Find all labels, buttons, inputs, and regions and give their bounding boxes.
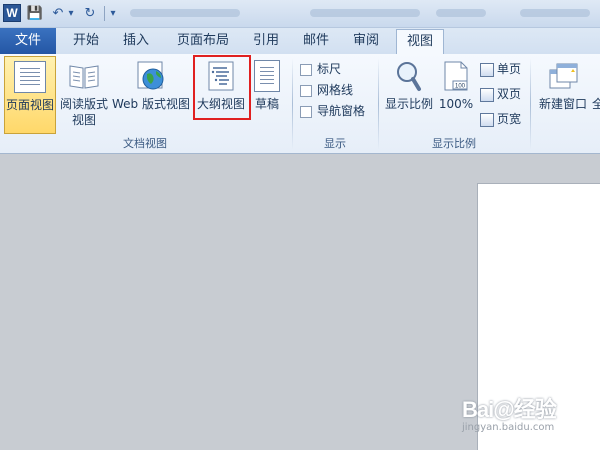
- tab-file[interactable]: 文件: [0, 28, 56, 54]
- ruler-checkbox[interactable]: 标尺: [300, 60, 341, 78]
- page-width-icon: [480, 112, 494, 127]
- magnifier-icon: [393, 60, 425, 92]
- page-100-icon-text: 100: [455, 84, 466, 90]
- group-label-doc-views: 文档视图: [123, 137, 167, 150]
- blurred-title-3: [436, 9, 486, 17]
- save-icon[interactable]: 💾: [26, 4, 44, 22]
- tab-insert[interactable]: 插入: [114, 28, 158, 54]
- checkbox-box[interactable]: [300, 84, 312, 97]
- two-pages-icon: [480, 87, 494, 102]
- reading-view-button[interactable]: 阅读版式 视图: [58, 56, 110, 134]
- redo-icon[interactable]: ↻: [82, 4, 98, 22]
- group-separator: [530, 58, 531, 150]
- group-label-show: 显示: [324, 137, 346, 150]
- undo-icon[interactable]: ↶: [50, 4, 66, 22]
- draft-view-button[interactable]: 草稿: [252, 56, 282, 134]
- tab-mailings[interactable]: 邮件: [294, 28, 338, 54]
- checkbox-box[interactable]: [300, 105, 312, 118]
- new-window-button[interactable]: 新建窗口: [534, 56, 592, 134]
- tab-home[interactable]: 开始: [64, 28, 108, 54]
- gridlines-checkbox[interactable]: 网格线: [300, 81, 353, 99]
- one-page-icon: [480, 62, 494, 77]
- two-pages-button[interactable]: 双页: [480, 84, 521, 104]
- page-view-icon: [14, 61, 46, 93]
- group-label-zoom: 显示比例: [432, 137, 476, 150]
- tab-references[interactable]: 引用: [244, 28, 288, 54]
- tab-page-layout[interactable]: 页面布局: [168, 28, 238, 54]
- word-app-icon[interactable]: W: [3, 4, 21, 22]
- baidu-watermark: Bai@经验 jingyan.baidu.com: [462, 397, 557, 433]
- page-width-button[interactable]: 页宽: [480, 109, 521, 129]
- undo-dropdown-icon[interactable]: ▾: [66, 4, 76, 22]
- one-page-button[interactable]: 单页: [480, 59, 521, 79]
- qat-separator: [104, 6, 105, 21]
- open-book-icon: [68, 60, 100, 92]
- ribbon-tab-row: 文件 开始 插入 页面布局 引用 邮件 审阅 视图: [0, 28, 600, 55]
- zoom-button[interactable]: 显示比例: [382, 56, 436, 134]
- customize-qat-icon[interactable]: ▾: [108, 4, 118, 22]
- zoom-100-button[interactable]: 100 100%: [438, 56, 474, 134]
- globe-icon: [135, 60, 167, 92]
- page-100-icon: 100: [440, 60, 472, 92]
- draft-icon: [254, 60, 280, 92]
- group-separator: [378, 58, 379, 150]
- checkbox-box[interactable]: [300, 63, 312, 76]
- ribbon: 页面视图 阅读版式 视图 Web 版式视图 大纲视图 草稿 文档视图 标尺 网格…: [0, 54, 600, 154]
- blurred-title: [130, 9, 240, 17]
- title-bar: W 💾 ↶ ▾ ↻ ▾: [0, 0, 600, 28]
- group-separator: [292, 58, 293, 150]
- highlight-annotation: [193, 55, 251, 120]
- truncated-button[interactable]: 全: [592, 56, 600, 134]
- blurred-title-2: [310, 9, 420, 17]
- tab-view[interactable]: 视图: [396, 29, 444, 55]
- nav-pane-checkbox[interactable]: 导航窗格: [300, 102, 365, 120]
- tab-review[interactable]: 审阅: [344, 28, 388, 54]
- web-layout-button[interactable]: Web 版式视图: [112, 56, 190, 134]
- blurred-title-4: [520, 9, 590, 17]
- page-view-button[interactable]: 页面视图: [4, 56, 56, 134]
- new-window-icon: [547, 60, 579, 92]
